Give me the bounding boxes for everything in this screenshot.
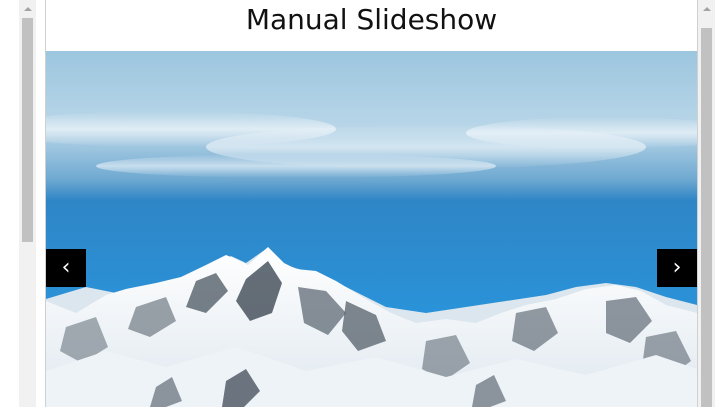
scroll-up-arrow-icon[interactable] [19, 2, 36, 16]
page-title: Manual Slideshow [245, 3, 498, 36]
frame-scrollbar[interactable] [698, 0, 715, 407]
scrollbar-thumb[interactable] [701, 28, 712, 407]
next-slide-button[interactable]: › [657, 249, 697, 287]
slide-image [46, 51, 697, 407]
scrollbar-thumb[interactable] [22, 18, 33, 242]
prev-slide-button[interactable]: ‹ [46, 249, 86, 287]
scroll-up-arrow-icon[interactable] [698, 2, 715, 16]
page-scrollbar[interactable] [19, 0, 36, 407]
